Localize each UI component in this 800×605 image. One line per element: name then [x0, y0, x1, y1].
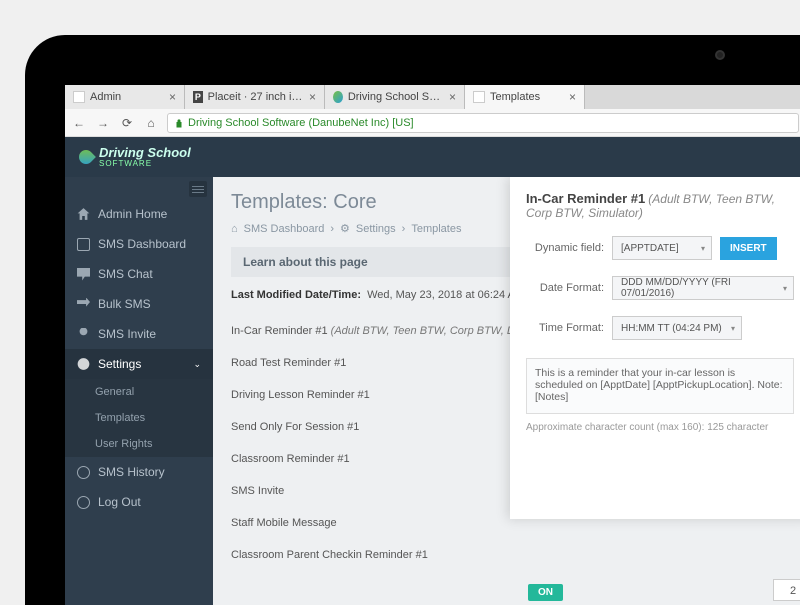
dynamic-field-select[interactable]: [APPTDATE]▾ [612, 236, 712, 260]
page-icon [473, 91, 485, 103]
tab-title: Templates [490, 91, 540, 103]
insert-button[interactable]: INSERT [720, 237, 777, 260]
sidebar-item-label: Settings [98, 357, 141, 371]
address-bar[interactable]: Driving School Software (DanubeNet Inc) … [167, 113, 799, 133]
placeit-icon: P [193, 91, 203, 103]
home-button[interactable]: ⌂ [143, 116, 159, 130]
sidebar-item-sms-invite[interactable]: SMS Invite [65, 319, 213, 349]
on-toggle[interactable]: ON [528, 584, 563, 601]
sidebar-item-label: SMS Dashboard [98, 237, 186, 251]
main-content: Templates: Core ⌂ SMS Dashboard› ⚙ Setti… [213, 177, 800, 605]
home-icon [77, 208, 90, 221]
chevron-down-icon: ▾ [731, 324, 735, 333]
app-header: Driving School SOFTWARE [65, 137, 800, 177]
message-textarea[interactable]: This is a reminder that your in-car less… [526, 358, 794, 414]
date-format-select[interactable]: DDD MM/DD/YYYY (FRI 07/01/2016)▾ [612, 276, 794, 300]
sidebar-item-label: SMS Invite [98, 327, 156, 341]
leaf-icon [76, 147, 96, 167]
chevron-right-icon: › [402, 223, 406, 235]
brand-line1: Driving School [99, 146, 191, 159]
tab-title: Driving School Software [348, 91, 444, 103]
tab-title: Admin [90, 91, 121, 103]
close-icon[interactable]: × [569, 90, 576, 104]
chevron-down-icon: ▾ [701, 244, 705, 253]
chevron-right-icon: › [330, 223, 334, 235]
sidebar: Admin Home SMS Dashboard SMS Chat Bulk S… [65, 177, 213, 605]
sidebar-item-label: SMS Chat [98, 267, 153, 281]
dashboard-icon [77, 238, 90, 251]
logout-icon [77, 496, 90, 509]
user-icon [77, 328, 90, 341]
history-icon [77, 466, 90, 479]
template-editor-panel: In-Car Reminder #1 (Adult BTW, Teen BTW,… [510, 177, 800, 519]
sidebar-item-label: Admin Home [98, 207, 167, 221]
time-format-label: Time Format: [526, 322, 604, 334]
tab-title: Placeit · 27 inch iMac 20 [208, 91, 304, 103]
dynamic-field-label: Dynamic field: [526, 242, 604, 254]
close-icon[interactable]: × [169, 90, 176, 104]
settings-submenu: General Templates User Rights [65, 379, 213, 457]
webcam [715, 50, 725, 60]
character-count: Approximate character count (max 160): 1… [526, 422, 794, 433]
gear-icon [77, 358, 90, 371]
sidebar-item-sms-dashboard[interactable]: SMS Dashboard [65, 229, 213, 259]
sidebar-subitem-general[interactable]: General [65, 379, 213, 405]
sidebar-subitem-templates[interactable]: Templates [65, 405, 213, 431]
brand-line2: SOFTWARE [99, 159, 191, 168]
driving-school-icon [333, 91, 343, 103]
sidebar-item-settings[interactable]: Settings ⌄ [65, 349, 213, 379]
chevron-down-icon: ⌄ [193, 359, 201, 370]
sidebar-item-log-out[interactable]: Log Out [65, 487, 213, 517]
chat-icon [77, 268, 90, 281]
sidebar-item-sms-chat[interactable]: SMS Chat [65, 259, 213, 289]
time-format-select[interactable]: HH:MM TT (04:24 PM)▾ [612, 316, 742, 340]
sidebar-subitem-user-rights[interactable]: User Rights [65, 431, 213, 457]
sidebar-item-label: Bulk SMS [98, 297, 151, 311]
date-format-label: Date Format: [526, 282, 604, 294]
sidebar-toggle[interactable] [189, 181, 207, 197]
browser-toolbar: ← → ⟳ ⌂ Driving School Software (DanubeN… [65, 109, 800, 137]
breadcrumb-item: Templates [411, 223, 461, 235]
close-icon[interactable]: × [449, 90, 456, 104]
forward-button[interactable]: → [95, 116, 111, 130]
browser-tab[interactable]: Templates × [465, 85, 585, 109]
url-identity: Driving School Software (DanubeNet Inc) … [188, 117, 414, 129]
breadcrumb-item[interactable]: SMS Dashboard [244, 223, 325, 235]
back-button[interactable]: ← [71, 116, 87, 130]
close-icon[interactable]: × [309, 90, 316, 104]
browser-tab[interactable]: Driving School Software × [325, 85, 465, 109]
template-row[interactable]: Classroom Parent Checkin Reminder #1 [231, 539, 787, 571]
browser-tab[interactable]: P Placeit · 27 inch iMac 20 × [185, 85, 325, 109]
sidebar-item-label: SMS History [98, 465, 165, 479]
browser-tab[interactable]: Admin × [65, 85, 185, 109]
breadcrumb-item[interactable]: Settings [356, 223, 396, 235]
brand-logo[interactable]: Driving School SOFTWARE [79, 146, 191, 168]
sidebar-item-label: Log Out [98, 495, 141, 509]
sidebar-item-admin-home[interactable]: Admin Home [65, 199, 213, 229]
page-icon [73, 91, 85, 103]
sidebar-item-sms-history[interactable]: SMS History [65, 457, 213, 487]
bulk-icon [77, 298, 90, 311]
lock-icon [174, 118, 184, 128]
home-icon[interactable]: ⌂ [231, 223, 238, 235]
chevron-down-icon: ▾ [783, 284, 787, 293]
reload-button[interactable]: ⟳ [119, 116, 135, 130]
sidebar-item-bulk-sms[interactable]: Bulk SMS [65, 289, 213, 319]
count-input[interactable]: 2 [773, 579, 800, 601]
browser-tab-strip: Admin × P Placeit · 27 inch iMac 20 × Dr… [65, 85, 800, 109]
panel-title: In-Car Reminder #1 [526, 191, 645, 206]
